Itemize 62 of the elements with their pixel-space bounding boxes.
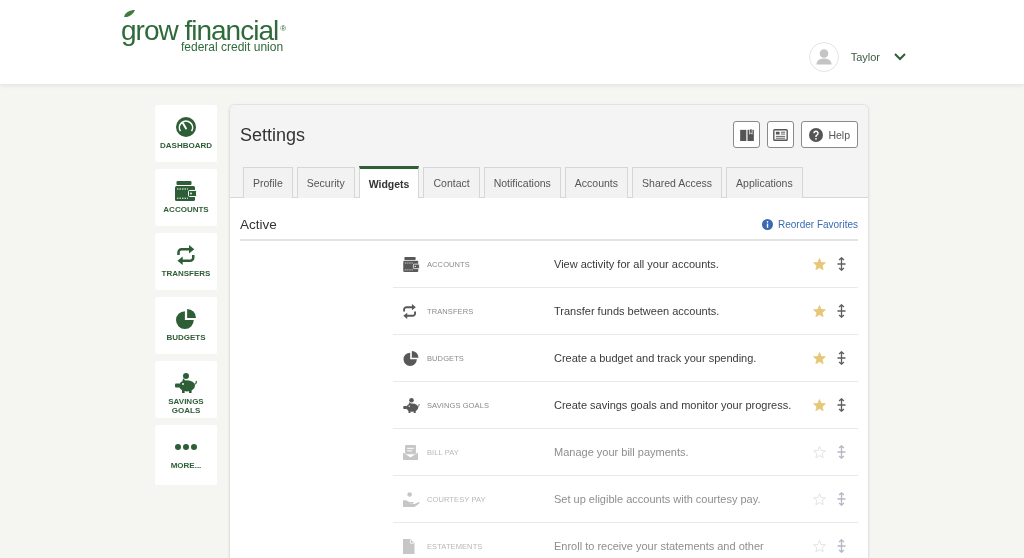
sidebar-nav-item[interactable]: MORE...	[155, 425, 217, 485]
arrows-cycle-icon	[403, 303, 416, 319]
drag-handle-icon[interactable]	[836, 398, 847, 412]
favorite-star-icon[interactable]	[813, 351, 826, 365]
piggy-bank-icon	[175, 373, 197, 393]
favorite-star-icon[interactable]	[813, 445, 826, 459]
favorite-star-icon[interactable]	[813, 398, 826, 412]
sidebar-nav-item[interactable]: SAVINGS GOALS	[155, 361, 217, 418]
arrows-cycle-icon	[177, 245, 195, 265]
logo-leaf-icon	[124, 9, 135, 17]
favorite-star-icon[interactable]	[813, 257, 826, 271]
hand-coin-icon	[403, 491, 420, 507]
drag-handle-icon[interactable]	[836, 445, 847, 459]
drag-handle-icon[interactable]	[836, 257, 847, 271]
help-button[interactable]: Help	[801, 121, 858, 148]
settings-tab[interactable]: Applications	[726, 167, 803, 198]
settings-tab[interactable]: Notifications	[483, 167, 561, 198]
favorite-star-icon[interactable]	[813, 539, 826, 553]
sidebar-nav-item[interactable]: TRANSFERS	[155, 233, 217, 290]
envelope-bill-icon	[403, 444, 418, 460]
widget-description: Create savings goals and monitor your progress.	[554, 398, 793, 412]
favorite-star-icon[interactable]	[813, 304, 826, 318]
newspaper-icon	[773, 128, 789, 141]
more-dots-icon	[175, 444, 197, 450]
widget-description: Manage your bill payments.	[554, 445, 690, 459]
section-heading: Active	[240, 217, 277, 232]
drag-handle-icon[interactable]	[836, 304, 847, 318]
sidebar-nav-item[interactable]: DASHBOARD	[155, 105, 217, 162]
pie-chart-icon	[403, 350, 419, 366]
widget-description: View activity for all your accounts.	[554, 257, 720, 271]
document-icon	[403, 538, 415, 554]
piggy-bank-icon	[403, 397, 420, 413]
settings-tab[interactable]: Contact	[423, 167, 480, 198]
widget-description: Transfer funds between accounts.	[554, 304, 721, 318]
newspaper-button[interactable]	[767, 121, 795, 148]
settings-tab[interactable]: Shared Access	[632, 167, 723, 198]
reorder-favorites-link[interactable]: Reorder Favorites	[761, 219, 858, 230]
favorite-star-icon[interactable]	[813, 492, 826, 506]
book-icon	[739, 128, 754, 141]
drag-handle-icon[interactable]	[836, 351, 847, 365]
user-menu-button[interactable]: Taylor	[850, 51, 906, 63]
pie-chart-icon	[176, 309, 196, 329]
drag-handle-icon[interactable]	[836, 539, 847, 553]
sidebar-nav-item[interactable]: BUDGETS	[155, 297, 217, 354]
widget-description: Enroll to receive your statements and other	[554, 539, 765, 553]
wallet-icon	[403, 256, 420, 272]
settings-tab[interactable]: Widgets	[358, 166, 420, 198]
user-avatar-icon	[808, 42, 839, 72]
settings-tab[interactable]: Accounts	[564, 167, 629, 198]
settings-tab[interactable]: Security	[296, 167, 355, 198]
gauge-icon	[176, 117, 196, 137]
widget-description: Create a budget and track your spending.	[554, 351, 758, 365]
info-icon	[761, 219, 773, 230]
wallet-icon	[175, 181, 197, 201]
widget-description: Set up eligible accounts with courtesy pay.	[554, 492, 762, 506]
drag-handle-icon[interactable]	[836, 492, 847, 506]
chevron-down-icon	[894, 53, 906, 61]
settings-tab[interactable]: Profile	[243, 167, 293, 198]
book-button[interactable]	[733, 121, 761, 148]
page-title: Settings	[240, 123, 306, 146]
sidebar-nav-item[interactable]: ACCOUNTS	[155, 169, 217, 226]
help-icon	[809, 127, 824, 142]
